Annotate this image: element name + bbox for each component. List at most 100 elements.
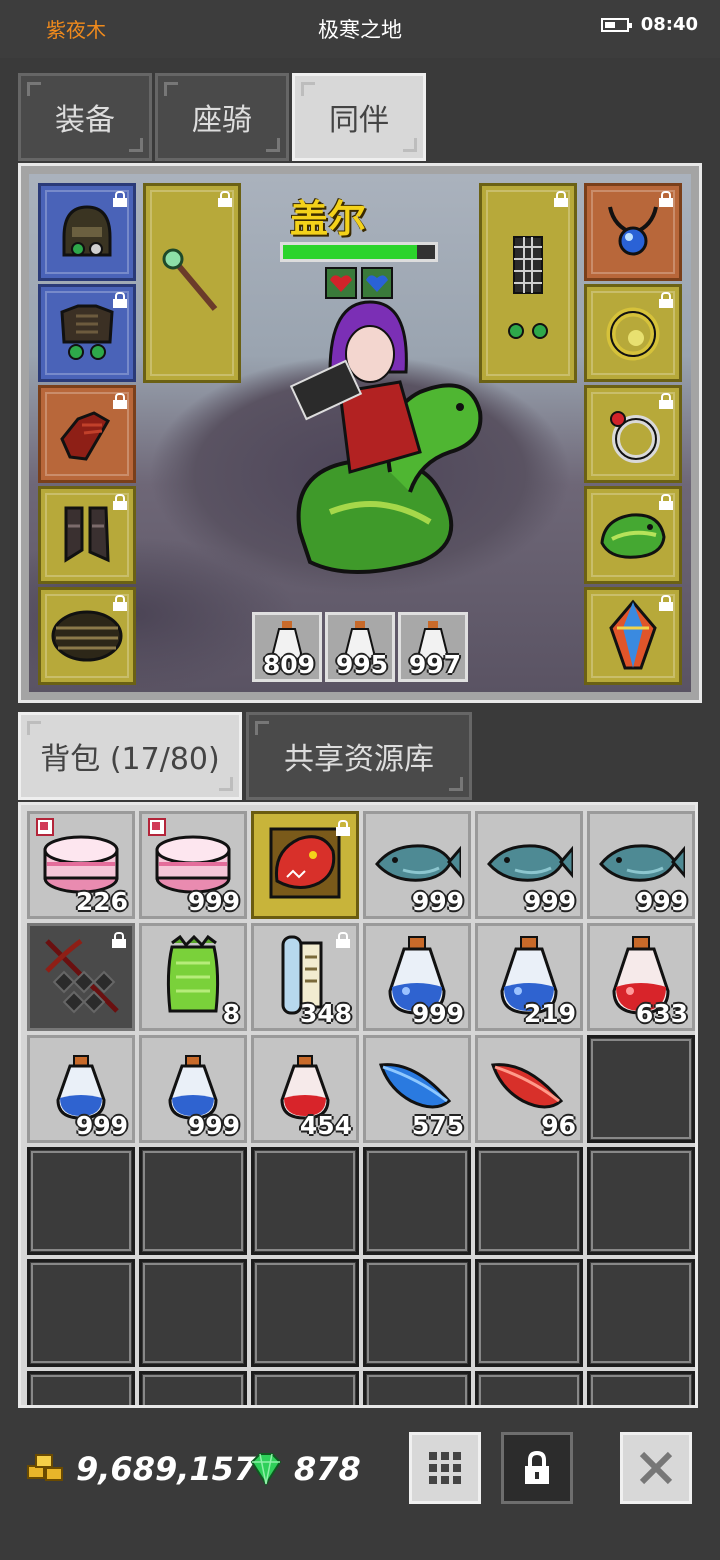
companion-name: 盖尔 xyxy=(290,197,367,241)
inventory-slot[interactable]: 348 xyxy=(251,923,359,1031)
slot-ring-1[interactable] xyxy=(584,284,682,382)
gold-icon xyxy=(27,1454,63,1481)
snake-mount-icon xyxy=(600,513,666,559)
inventory-slot[interactable]: 633 xyxy=(587,923,695,1031)
inventory-slot[interactable]: 999 xyxy=(363,923,471,1031)
inventory-slot[interactable]: 999 xyxy=(363,811,471,919)
lock-button[interactable] xyxy=(501,1432,573,1504)
slot-boots[interactable] xyxy=(38,486,136,584)
crystal-icon xyxy=(609,599,657,670)
item-count: 999 xyxy=(187,1111,240,1140)
dragon-head-icon xyxy=(263,821,347,909)
inventory-slot[interactable]: 999 xyxy=(139,811,247,919)
item-count: 348 xyxy=(299,999,352,1028)
inventory-slot[interactable]: 999 xyxy=(587,811,695,919)
tab-mount[interactable]: 座骑 xyxy=(155,73,289,161)
quick-potion-slot-1[interactable]: 809 xyxy=(252,612,322,682)
inventory-slot[interactable]: 219 xyxy=(475,923,583,1031)
slot-helmet[interactable] xyxy=(38,183,136,281)
inventory-slot[interactable]: 454 xyxy=(251,1035,359,1143)
inventory-slot-empty[interactable] xyxy=(587,1035,695,1143)
game-screen: 紫夜木 极寒之地 08:40 装备 座骑 同伴 盖尔 809 995 997 背… xyxy=(0,0,720,1560)
amulet-icon xyxy=(608,206,658,256)
inventory-slot[interactable]: 999 xyxy=(27,1035,135,1143)
tab-companion[interactable]: 同伴 xyxy=(292,73,426,161)
slot-belt[interactable] xyxy=(38,587,136,685)
close-button[interactable] xyxy=(620,1432,692,1504)
item-count: 226 xyxy=(75,887,128,916)
armor-icon xyxy=(60,304,114,360)
inventory-slot[interactable]: 999 xyxy=(139,1035,247,1143)
item-count: 575 xyxy=(411,1111,464,1140)
slot-crystal[interactable] xyxy=(584,587,682,685)
slot-amulet[interactable] xyxy=(584,183,682,281)
slot-weapon[interactable] xyxy=(143,183,241,383)
inventory-slot-empty[interactable] xyxy=(139,1259,247,1367)
close-icon xyxy=(639,1451,673,1485)
inventory-slot-empty[interactable] xyxy=(587,1371,695,1405)
item-count: 633 xyxy=(635,999,688,1028)
item-count: 999 xyxy=(411,887,464,916)
inventory-slot[interactable]: 8 xyxy=(139,923,247,1031)
inventory-slot-empty[interactable] xyxy=(587,1147,695,1255)
inventory-slot-empty[interactable] xyxy=(587,1259,695,1367)
lock-icon xyxy=(554,191,568,207)
inventory-slot-empty[interactable] xyxy=(27,1259,135,1367)
helmet-icon xyxy=(62,205,112,257)
inventory-slot-empty[interactable] xyxy=(363,1371,471,1405)
inventory-slot-empty[interactable] xyxy=(363,1259,471,1367)
inventory-slot-empty[interactable] xyxy=(475,1147,583,1255)
fish-icon xyxy=(373,838,463,892)
lock-icon xyxy=(218,191,232,207)
boots-icon xyxy=(64,506,110,563)
inventory-slot-empty[interactable] xyxy=(251,1147,359,1255)
ring-gold-icon xyxy=(606,307,660,361)
fish-icon xyxy=(597,838,687,892)
lock-icon xyxy=(112,932,126,948)
belt-icon xyxy=(51,610,123,662)
status-right: 08:40 xyxy=(600,14,698,35)
tab-label: 共享资源库 xyxy=(284,742,434,777)
inventory-slot[interactable]: 575 xyxy=(363,1035,471,1143)
staff-icon xyxy=(162,248,218,311)
tab-label: 座骑 xyxy=(192,103,252,138)
inventory-slot-empty[interactable] xyxy=(251,1259,359,1367)
slot-gloves[interactable] xyxy=(38,385,136,483)
grid-menu-button[interactable] xyxy=(409,1432,481,1504)
inventory-slot-empty[interactable] xyxy=(27,1147,135,1255)
potion-count: 809 xyxy=(262,650,315,679)
inventory-slot[interactable] xyxy=(251,811,359,919)
slot-mount-item[interactable] xyxy=(584,486,682,584)
quick-potion-slot-3[interactable]: 997 xyxy=(398,612,468,682)
slot-ring-2[interactable] xyxy=(584,385,682,483)
slot-armor[interactable] xyxy=(38,284,136,382)
inventory-slot-empty[interactable] xyxy=(139,1147,247,1255)
inventory-slot-empty[interactable] xyxy=(251,1371,359,1405)
tab-backpack[interactable]: 背包 (17/80) xyxy=(18,712,242,800)
inventory-slot-empty[interactable] xyxy=(475,1371,583,1405)
inventory-slot-empty[interactable] xyxy=(363,1147,471,1255)
quick-potion-slot-2[interactable]: 995 xyxy=(325,612,395,682)
inventory-slot-empty[interactable] xyxy=(475,1259,583,1367)
inventory-slot-empty[interactable] xyxy=(139,1371,247,1405)
inventory-grid: 226 999 999 999 999 8 348 999 219 633 999 999 454 575… xyxy=(27,811,695,1405)
tab-label: 同伴 xyxy=(329,103,389,138)
lock-icon xyxy=(336,820,350,836)
inventory-slot-empty[interactable] xyxy=(27,1371,135,1405)
item-count: 454 xyxy=(299,1111,352,1140)
item-count: 999 xyxy=(75,1111,128,1140)
inventory-slot[interactable]: 96 xyxy=(475,1035,583,1143)
inventory-slot[interactable]: 999 xyxy=(475,811,583,919)
potion-count: 995 xyxy=(335,650,388,679)
inventory-slot[interactable]: 226 xyxy=(27,811,135,919)
tab-shared-storage[interactable]: 共享资源库 xyxy=(246,712,472,800)
potion-count: 997 xyxy=(408,650,461,679)
companion-sprite[interactable] xyxy=(270,262,510,602)
gem-amount: 878 xyxy=(294,1450,361,1488)
item-count: 999 xyxy=(523,887,576,916)
inventory-slot[interactable] xyxy=(27,923,135,1031)
new-item-icon xyxy=(36,818,54,836)
tab-equipment[interactable]: 装备 xyxy=(18,73,152,161)
green-bag-icon xyxy=(158,933,228,1021)
status-bar: 紫夜木 极寒之地 08:40 xyxy=(0,0,720,58)
